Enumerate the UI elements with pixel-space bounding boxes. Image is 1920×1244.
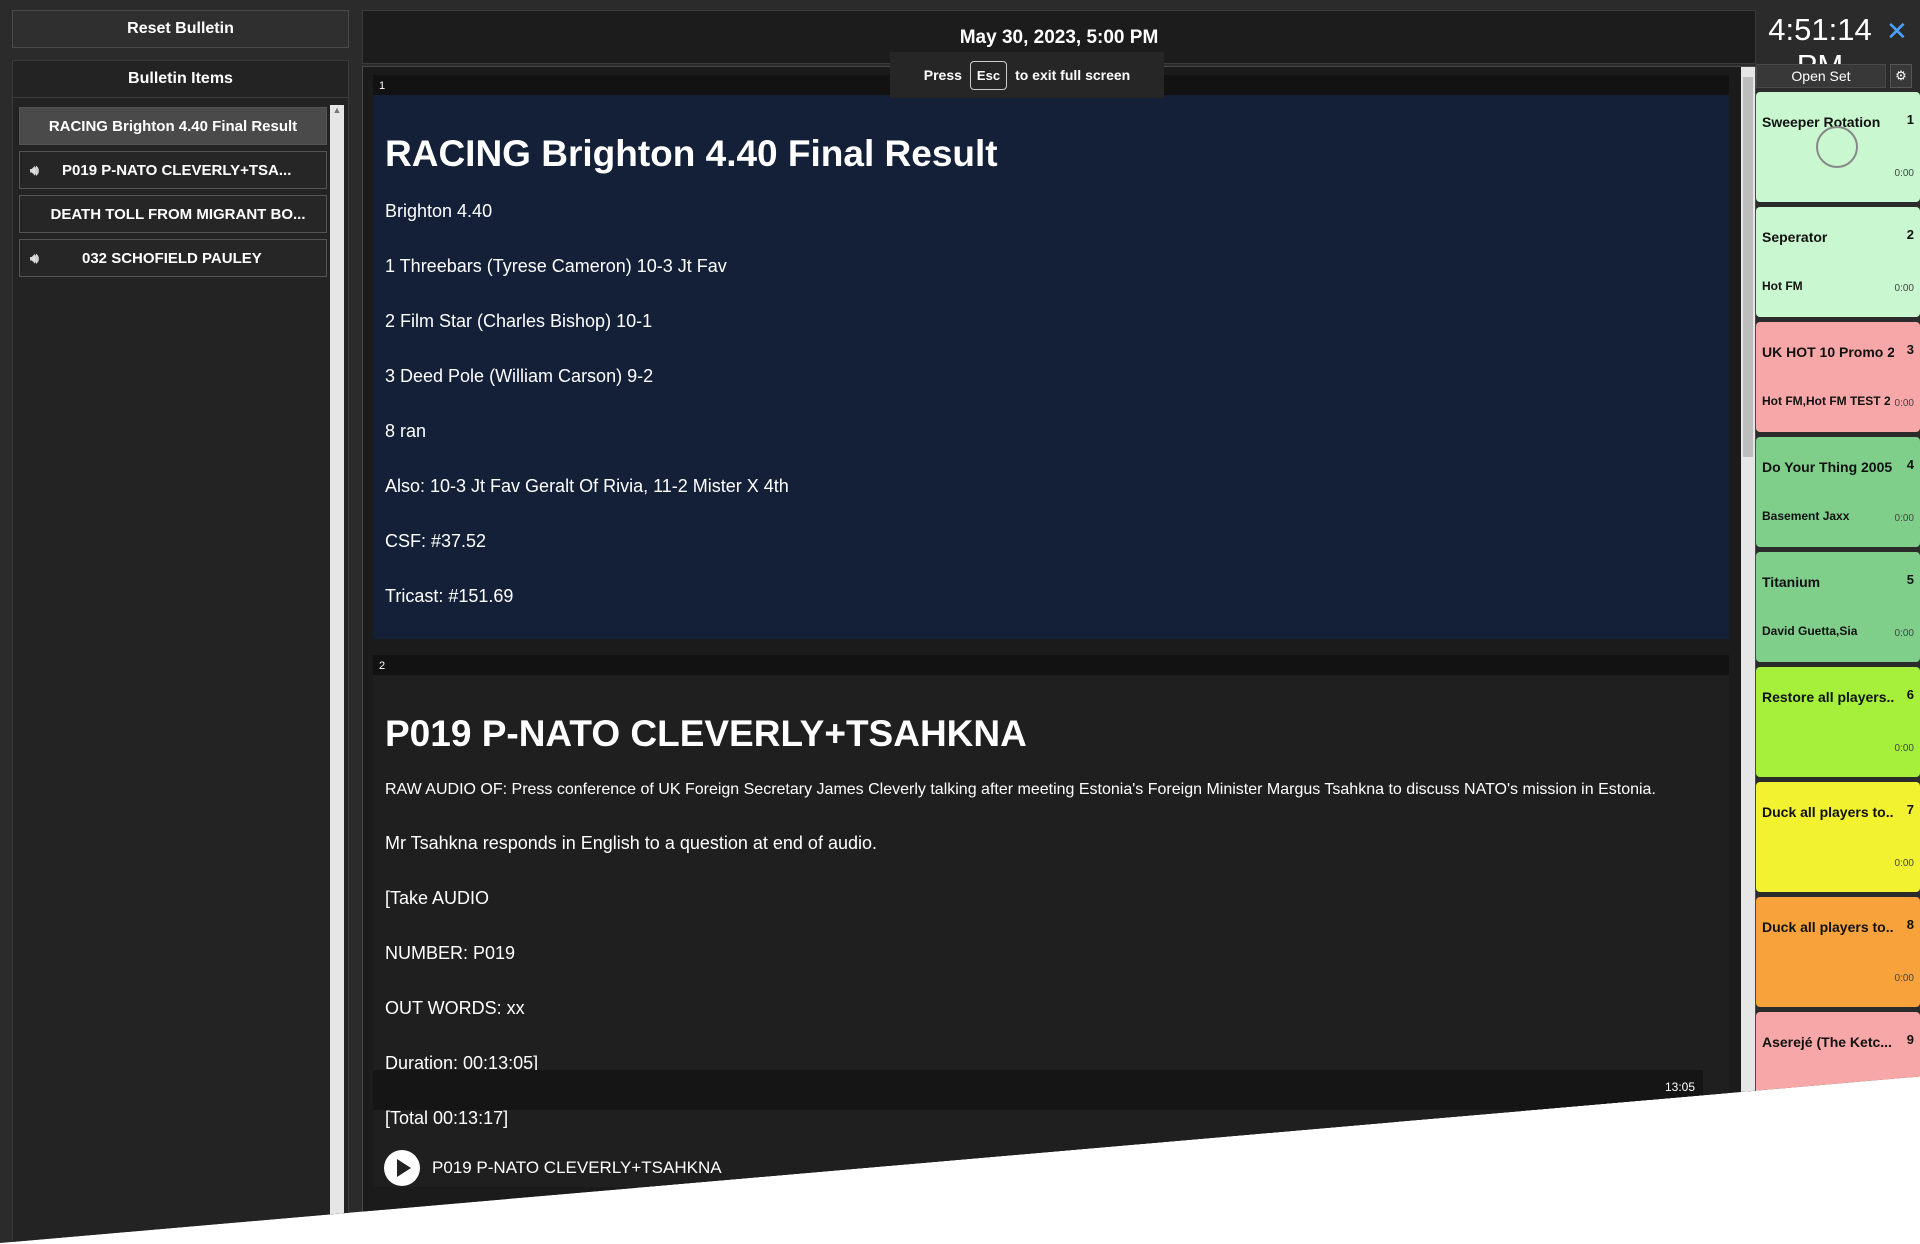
content-scrollbar[interactable] — [1741, 67, 1755, 1242]
open-set-button[interactable]: Open Set — [1756, 64, 1886, 88]
loading-spinner-icon — [1816, 126, 1858, 168]
story-line: Tricast: #151.69 — [385, 586, 514, 606]
bulletin-item-label: P019 P-NATO CLEVERLY+TSA... — [62, 161, 292, 179]
scrollbar-thumb[interactable] — [1743, 77, 1753, 457]
cart-button[interactable]: Do Your Thing 2005 4 Basement Jaxx 0:00 — [1756, 437, 1920, 547]
cart-duration: 0:00 — [1894, 398, 1914, 409]
story-line: OUT WORDS: xx — [385, 998, 525, 1018]
cart-title: Do Your Thing 2005 — [1762, 459, 1893, 475]
audio-progress-bar[interactable]: 13:05 — [373, 1070, 1703, 1110]
story-body: RACING Brighton 4.40 Final Result Bright… — [373, 95, 1729, 639]
cart-duration: 0:00 — [1894, 973, 1914, 984]
cart-button[interactable]: Aserejé (The Ketc... 9 — [1756, 1012, 1920, 1122]
esc-hint-text: to exit full screen — [1015, 67, 1131, 83]
cart-button[interactable]: Duck all players to... 7 0:00 — [1756, 782, 1920, 892]
story-line: 8 ran — [385, 421, 427, 441]
cart-duration: 0:00 — [1894, 743, 1914, 754]
cart-title: Restore all players... — [1762, 689, 1894, 705]
cart-title: UK HOT 10 Promo 2 — [1762, 344, 1894, 360]
cart-number: 2 — [1906, 227, 1914, 242]
cart-wall: Sweeper Rotation 1 0:00 Seperator 2 Hot FM 0:0… — [1756, 92, 1920, 1127]
story-line: Mr Tsahkna responds in English to a ques… — [385, 833, 877, 853]
story-line: Also: 10-3 Jt Fav Geralt Of Rivia, 11-2 … — [385, 476, 789, 496]
gear-icon[interactable]: ⚙ — [1890, 64, 1912, 88]
cart-number: 1 — [1906, 112, 1914, 127]
audio-title: P019 P-NATO CLEVERLY+TSAHKNA — [432, 1158, 722, 1177]
cart-duration: 0:00 — [1894, 513, 1914, 524]
story-line: NUMBER: P019 — [385, 943, 516, 963]
cart-duration: 0:00 — [1894, 168, 1914, 179]
cart-button[interactable]: Restore all players... 6 0:00 — [1756, 667, 1920, 777]
cart-duration: 0:00 — [1894, 628, 1914, 639]
cart-number: 9 — [1906, 1032, 1914, 1047]
cart-title: Titanium — [1762, 574, 1821, 590]
cart-duration: 0:00 — [1894, 283, 1914, 294]
play-button[interactable] — [384, 1150, 420, 1186]
items-scrollbar[interactable]: ▲ — [330, 105, 344, 1243]
cart-button[interactable]: UK HOT 10 Promo 2 3 Hot FM,Hot FM TEST 2 0:… — [1756, 322, 1920, 432]
speaker-icon: 🔊︎ — [30, 249, 39, 266]
app-window: Reset Bulletin Bulletin Items RACING Bri… — [0, 0, 1920, 1243]
cart-artist: David Guetta,Sia — [1762, 624, 1858, 638]
cart-duration: 0:00 — [1894, 858, 1914, 869]
audio-duration: 13:05 — [1664, 1080, 1695, 1094]
cart-button[interactable]: Duck all players to... 8 0:00 — [1756, 897, 1920, 1007]
speaker-icon: 🔊︎ — [30, 161, 39, 178]
story-card: 1 RACING Brighton 4.40 Final Result Brig… — [373, 75, 1729, 639]
bulletin-item-label: RACING Brighton 4.40 Final Result — [48, 117, 298, 135]
cart-number: 8 — [1906, 917, 1914, 932]
story-line: 3 Deed Pole (William Carson) 9-2 — [385, 366, 654, 386]
cart-artist: Hot FM,Hot FM TEST 2 — [1762, 394, 1890, 408]
cart-artist: Hot FM — [1762, 279, 1803, 293]
bulletin-item-label: DEATH TOLL FROM MIGRANT BO... — [50, 205, 306, 223]
story-line: [Take AUDIO — [385, 888, 490, 908]
fullscreen-hint: Press Esc to exit full screen — [890, 52, 1164, 98]
cart-button[interactable]: Seperator 2 Hot FM 0:00 — [1756, 207, 1920, 317]
cart-title: Duck all players to... — [1762, 919, 1894, 935]
cart-number: 5 — [1906, 572, 1914, 587]
story-title: P019 P-NATO CLEVERLY+TSAHKNA — [385, 713, 1027, 754]
story-line: CSF: #37.52 — [385, 531, 487, 551]
story-line: RAW AUDIO OF: Press conference of UK For… — [385, 781, 1656, 798]
cart-number: 6 — [1906, 687, 1914, 702]
story-line: Brighton 4.40 — [385, 201, 493, 221]
cart-title: Seperator — [1762, 229, 1828, 245]
cart-title: Aserejé (The Ketc... — [1762, 1034, 1892, 1050]
cart-title: Duck all players to... — [1762, 804, 1894, 820]
story-line: 2 Film Star (Charles Bishop) 10-1 — [385, 311, 653, 331]
play-icon — [397, 1159, 411, 1177]
cart-number: 4 — [1906, 457, 1914, 472]
esc-hint-press: Press — [923, 67, 962, 83]
bulletin-items-panel: Bulletin Items RACING Brighton 4.40 Fina… — [12, 60, 349, 1243]
bulletin-item[interactable]: 🔊︎ 032 SCHOFIELD PAULEY — [19, 239, 327, 277]
story-number: 2 — [373, 655, 1729, 675]
reset-bulletin-button[interactable]: Reset Bulletin — [12, 10, 349, 48]
bulletin-item[interactable]: RACING Brighton 4.40 Final Result — [19, 107, 327, 145]
bulletin-content: 1 RACING Brighton 4.40 Final Result Brig… — [362, 66, 1756, 1243]
audio-player: P019 P-NATO CLEVERLY+TSAHKNA — [384, 1150, 722, 1186]
bulletin-item-label: 032 SCHOFIELD PAULEY — [82, 249, 262, 267]
close-icon[interactable]: ✕ — [1886, 16, 1908, 47]
cart-button[interactable]: Sweeper Rotation 1 0:00 — [1756, 92, 1920, 202]
bulletin-items-header: Bulletin Items — [13, 61, 348, 98]
bulletin-item[interactable]: 🔊︎ P019 P-NATO CLEVERLY+TSA... — [19, 151, 327, 189]
story-title: RACING Brighton 4.40 Final Result — [385, 133, 998, 174]
bulletin-date: May 30, 2023, 5:00 PM — [959, 27, 1159, 48]
cart-button[interactable]: Titanium 5 David Guetta,Sia 0:00 — [1756, 552, 1920, 662]
esc-key-badge: Esc — [969, 60, 1008, 90]
scroll-up-icon[interactable]: ▲ — [330, 105, 344, 115]
cart-artist: Basement Jaxx — [1762, 509, 1850, 523]
bulletin-item[interactable]: DEATH TOLL FROM MIGRANT BO... — [19, 195, 327, 233]
story-line: [Total 00:13:17] — [385, 1108, 509, 1128]
story-line: 1 Threebars (Tyrese Cameron) 10-3 Jt Fav — [385, 256, 727, 276]
cart-number: 3 — [1906, 342, 1914, 357]
story-body: P019 P-NATO CLEVERLY+TSAHKNA RAW AUDIO O… — [373, 675, 1729, 1187]
cart-number: 7 — [1906, 802, 1914, 817]
bulletin-items-list: RACING Brighton 4.40 Final Result 🔊︎ P01… — [19, 107, 327, 283]
